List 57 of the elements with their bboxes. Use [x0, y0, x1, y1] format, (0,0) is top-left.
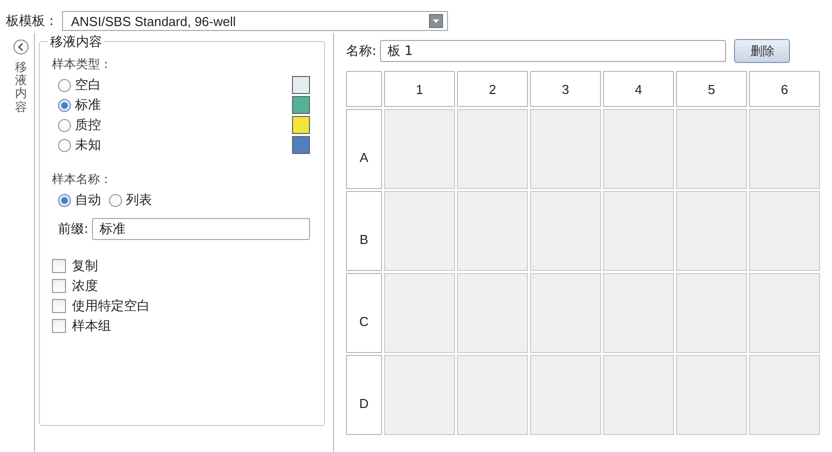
column-header: 2: [457, 71, 528, 107]
name-field[interactable]: 板 1: [380, 40, 726, 62]
well-cell[interactable]: [457, 109, 528, 189]
row-header: B: [346, 191, 382, 271]
well-cell[interactable]: [749, 191, 820, 271]
well-cell[interactable]: [749, 273, 820, 353]
column-header: 4: [603, 71, 674, 107]
radio-option[interactable]: 自动: [58, 191, 101, 209]
well-cell[interactable]: [603, 355, 674, 435]
collapse-icon[interactable]: [13, 39, 29, 55]
radio-option[interactable]: 标准: [58, 96, 101, 114]
delete-button[interactable]: 删除: [734, 39, 790, 63]
row-header: D: [346, 355, 382, 435]
checkbox-option[interactable]: 使用特定空白: [52, 296, 310, 316]
side-tab-label[interactable]: 移液内容: [15, 61, 27, 114]
well-cell[interactable]: [749, 355, 820, 435]
well-cell[interactable]: [603, 109, 674, 189]
well-cell[interactable]: [384, 109, 455, 189]
well-cell[interactable]: [530, 355, 601, 435]
well-cell[interactable]: [676, 355, 747, 435]
radio-option[interactable]: 列表: [109, 191, 152, 209]
plate-template-label: 板模板：: [6, 13, 58, 30]
well-cell[interactable]: [676, 109, 747, 189]
well-cell[interactable]: [530, 191, 601, 271]
radio-option[interactable]: 质控: [58, 116, 101, 134]
column-header: 5: [676, 71, 747, 107]
well-cell[interactable]: [530, 273, 601, 353]
well-cell[interactable]: [603, 273, 674, 353]
checkbox-option[interactable]: 浓度: [52, 276, 310, 296]
sample-name-label: 样本名称：: [52, 171, 113, 188]
corner-cell: [346, 71, 382, 107]
column-header: 3: [530, 71, 601, 107]
name-label: 名称:: [346, 43, 376, 60]
radio-option[interactable]: 未知: [58, 136, 101, 154]
row-header: A: [346, 109, 382, 189]
sample-type-label: 样本类型：: [52, 56, 113, 73]
well-cell[interactable]: [384, 273, 455, 353]
well-cell[interactable]: [384, 355, 455, 435]
checkbox-option[interactable]: 复制: [52, 256, 310, 276]
well-cell[interactable]: [676, 273, 747, 353]
well-cell[interactable]: [530, 109, 601, 189]
radio-option[interactable]: 空白: [58, 76, 101, 94]
column-header: 1: [384, 71, 455, 107]
well-cell[interactable]: [676, 191, 747, 271]
well-cell[interactable]: [457, 273, 528, 353]
well-cell[interactable]: [603, 191, 674, 271]
row-header: C: [346, 273, 382, 353]
well-cell[interactable]: [457, 355, 528, 435]
well-cell[interactable]: [457, 191, 528, 271]
well-cell[interactable]: [749, 109, 820, 189]
prefix-field[interactable]: 标准: [92, 218, 310, 240]
well-cell[interactable]: [384, 191, 455, 271]
column-header: 6: [749, 71, 820, 107]
plate-template-dropdown[interactable]: ANSI/SBS Standard, 96-well: [62, 11, 448, 31]
group-title: 移液内容: [48, 33, 104, 51]
checkbox-option[interactable]: 样本组: [52, 316, 310, 336]
prefix-label: 前缀:: [58, 221, 88, 238]
